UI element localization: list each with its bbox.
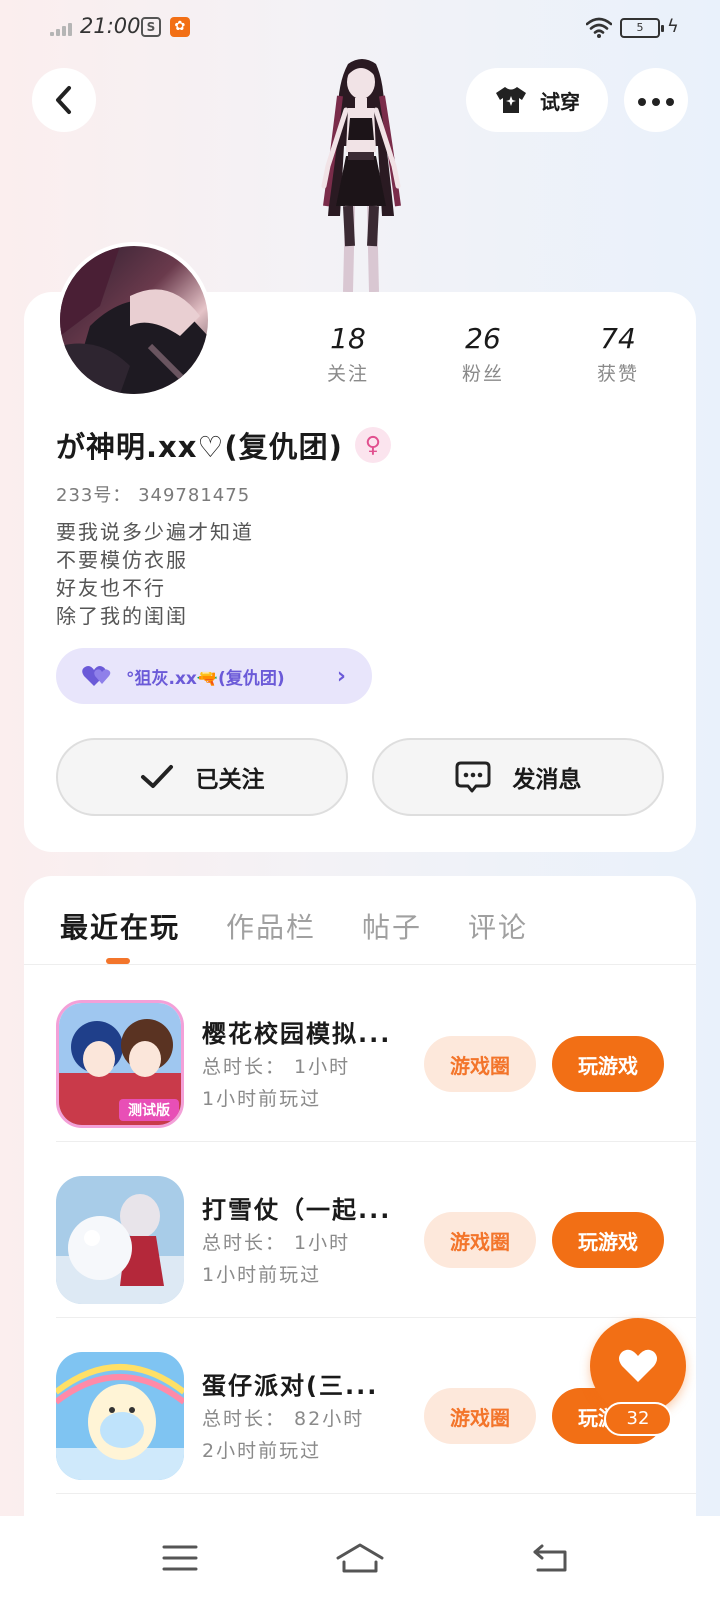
back-button[interactable]: [32, 68, 96, 132]
following-button[interactable]: 已关注: [56, 738, 348, 816]
following-button-label: 已关注: [195, 767, 265, 793]
game-name: 打雪仗（一起...: [202, 1196, 392, 1224]
stat-followers[interactable]: 26 粉丝: [433, 322, 533, 386]
back-arrow-icon: [533, 1544, 567, 1572]
game-circle-button[interactable]: 游戏圈: [424, 1212, 536, 1268]
try-on-label: 试穿: [540, 89, 580, 114]
system-nav-bar: [0, 1516, 720, 1600]
bio-line: 除了我的闺闺: [56, 604, 188, 628]
group-chip[interactable]: °狙灰.xx🔫(复仇团) ›: [56, 648, 372, 704]
game-duration: 总时长： 1小时: [202, 1056, 351, 1078]
avatar[interactable]: [56, 242, 212, 398]
tabs-divider: [24, 964, 696, 965]
chat-bubble-icon: [455, 761, 490, 793]
game-icon-sakura: 测试版: [56, 1000, 184, 1128]
likes-label: 获赞: [596, 363, 639, 385]
game-last-played: 1小时前玩过: [202, 1264, 322, 1286]
home-button[interactable]: [336, 1536, 384, 1580]
following-label: 关注: [326, 363, 369, 385]
profile-tabs: 最近在玩 作品栏 帖子 评论: [60, 906, 528, 946]
username-row: が神明.xx♡(复仇团) ♀: [56, 424, 391, 466]
bio-line: 不要模仿衣服: [56, 548, 188, 572]
bio-line: 要我说多少遍才知道: [56, 520, 254, 544]
following-count: 18: [330, 322, 366, 355]
like-count: 32: [604, 1402, 672, 1436]
game-name: 蛋仔派对(三...: [202, 1372, 379, 1400]
bio-line: 好友也不行: [56, 576, 166, 600]
chevron-right-icon: ›: [336, 663, 346, 689]
game-circle-button[interactable]: 游戏圈: [424, 1036, 536, 1092]
double-heart-icon: [82, 666, 111, 686]
avatar-character-image: [321, 59, 401, 292]
charging-icon: ϟ: [667, 16, 679, 37]
menu-button[interactable]: [156, 1536, 204, 1580]
game-row[interactable]: 测试版 樱花校园模拟... 总时长： 1小时 1小时前玩过 游戏圈 玩游戏: [24, 966, 696, 1142]
user-id[interactable]: 233号： 349781475: [56, 481, 250, 507]
group-name: °狙灰.xx🔫(复仇团): [126, 668, 285, 689]
wifi-icon: [586, 17, 612, 38]
game-icon-eggy-party: [56, 1352, 184, 1480]
more-options-button[interactable]: [624, 68, 688, 132]
game-duration: 总时长： 1小时: [202, 1232, 351, 1254]
play-game-button[interactable]: 玩游戏: [552, 1212, 664, 1268]
likes-count: 74: [600, 322, 636, 355]
game-duration: 总时长： 82小时: [202, 1408, 365, 1430]
followers-label: 粉丝: [461, 363, 504, 385]
games-section: 最近在玩 作品栏 帖子 评论 测试版 樱花校园模拟... 总时长： 1小时 1小…: [24, 876, 696, 1516]
bio: 要我说多少遍才知道 不要模仿衣服 好友也不行 除了我的闺闺: [56, 518, 254, 630]
more-dots-icon: [635, 91, 677, 110]
home-icon: [336, 1543, 384, 1573]
tshirt-icon: [496, 87, 526, 113]
battery-level: 5: [636, 21, 644, 34]
try-on-button[interactable]: 试穿: [466, 68, 608, 132]
game-circle-button[interactable]: 游戏圈: [424, 1388, 536, 1444]
tab-posts[interactable]: 帖子: [362, 906, 422, 946]
heart-icon: [619, 1349, 657, 1382]
game-last-played: 2小时前玩过: [202, 1440, 322, 1462]
username: が神明.xx♡(复仇团): [56, 430, 343, 464]
female-gender-icon: ♀: [354, 427, 391, 463]
status-bar: 21:00 S ✿ 5 ϟ: [0, 0, 720, 56]
message-button-label: 发消息: [512, 767, 582, 793]
play-game-button[interactable]: 玩游戏: [552, 1036, 664, 1092]
game-icon-snowball: [56, 1176, 184, 1304]
like-button[interactable]: [590, 1318, 686, 1414]
back-nav-button[interactable]: [526, 1536, 574, 1580]
signal-icon: [50, 22, 74, 36]
game-name: 樱花校园模拟...: [202, 1020, 392, 1048]
app-notification-icon: ✿: [170, 17, 190, 37]
battery-icon: 5: [620, 18, 664, 38]
avatar-image: [60, 246, 208, 394]
menu-icon: [162, 1545, 198, 1571]
game-row[interactable]: 打雪仗（一起... 总时长： 1小时 1小时前玩过 游戏圈 玩游戏: [24, 1142, 696, 1318]
stat-likes[interactable]: 74 获赞: [568, 322, 668, 386]
followers-count: 26: [465, 322, 501, 355]
game-last-played: 1小时前玩过: [202, 1088, 322, 1110]
status-time: 21:00: [80, 14, 141, 38]
screenshot-icon: S: [141, 17, 161, 37]
tab-comments[interactable]: 评论: [468, 906, 528, 946]
stat-following[interactable]: 18 关注: [298, 322, 398, 386]
svg-text:测试版: 测试版: [128, 1102, 170, 1119]
check-icon: [140, 765, 173, 788]
chevron-left-icon: [56, 86, 71, 114]
tab-works[interactable]: 作品栏: [226, 906, 316, 946]
tab-recently-played[interactable]: 最近在玩: [60, 906, 180, 946]
message-button[interactable]: 发消息: [372, 738, 664, 816]
